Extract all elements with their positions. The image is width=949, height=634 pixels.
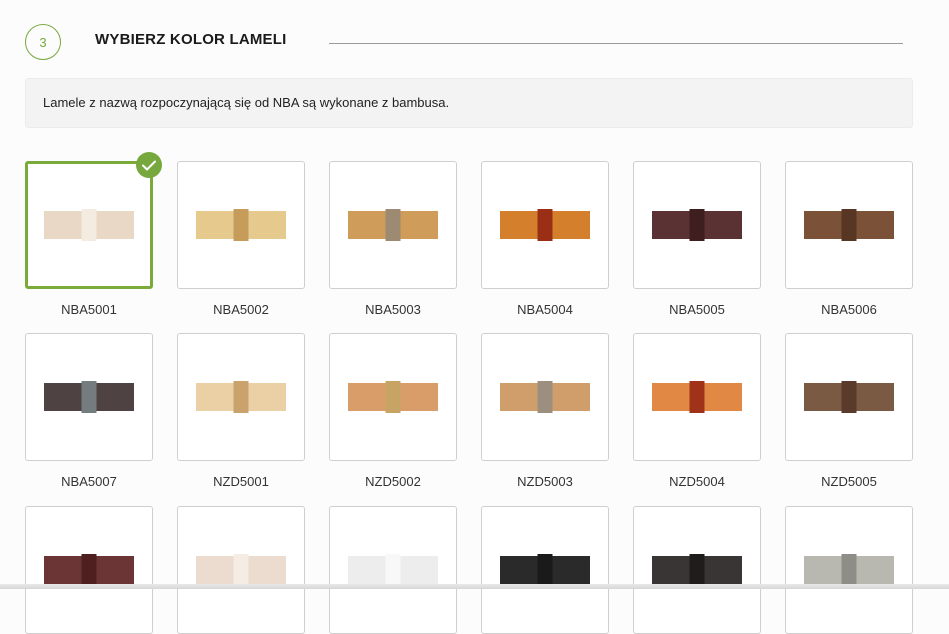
color-swatch-option[interactable]: NBA5001 <box>25 152 162 317</box>
swatch-card[interactable] <box>25 333 153 461</box>
swatch-card[interactable] <box>785 333 913 461</box>
color-swatch-option[interactable] <box>177 506 305 634</box>
swatch-code-label: NBA5002 <box>213 302 269 317</box>
color-swatch-option[interactable] <box>329 506 457 634</box>
swatch-card[interactable] <box>177 506 305 634</box>
color-swatch-option[interactable]: NBA5006 <box>785 161 913 317</box>
swatch-card[interactable] <box>633 506 761 634</box>
swatch-code-label: NBA5003 <box>365 302 421 317</box>
slat-clip <box>841 554 857 586</box>
swatch-code-label: NBA5001 <box>61 302 117 317</box>
swatch-code-label: NBA5006 <box>821 302 877 317</box>
slat-clip <box>385 381 401 413</box>
slat-preview-image <box>500 381 590 413</box>
color-swatch-option[interactable] <box>481 506 609 634</box>
swatch-code-label: NZD5004 <box>669 474 725 489</box>
slat-preview-image <box>500 209 590 241</box>
slat-clip <box>689 209 705 241</box>
swatch-card[interactable] <box>481 506 609 634</box>
divider <box>329 43 903 44</box>
swatch-card[interactable] <box>177 161 305 289</box>
slat-preview-image <box>196 209 286 241</box>
slat-preview-image <box>804 381 894 413</box>
slat-clip <box>81 209 97 241</box>
slat-clip <box>537 381 553 413</box>
slat-preview-image <box>44 381 134 413</box>
slat-clip <box>81 554 97 586</box>
swatch-card[interactable] <box>25 152 162 289</box>
swatch-card[interactable] <box>329 161 457 289</box>
slat-preview-image <box>500 554 590 586</box>
info-text: Lamele z nazwą rozpoczynającą się od NBA… <box>43 95 450 110</box>
color-swatch-option[interactable]: NZD5003 <box>481 333 609 489</box>
swatch-card[interactable] <box>25 506 153 634</box>
slat-clip <box>689 381 705 413</box>
check-icon <box>136 152 162 178</box>
slat-clip <box>841 209 857 241</box>
color-swatch-option[interactable]: NBA5004 <box>481 161 609 317</box>
swatch-card[interactable] <box>785 161 913 289</box>
color-swatch-option[interactable] <box>25 506 153 634</box>
swatch-card[interactable] <box>329 506 457 634</box>
slat-preview-image <box>196 554 286 586</box>
slat-clip <box>537 554 553 586</box>
slat-clip <box>81 381 97 413</box>
swatch-card[interactable] <box>633 333 761 461</box>
slat-clip <box>233 381 249 413</box>
swatch-code-label: NZD5001 <box>213 474 269 489</box>
bottom-edge <box>0 584 949 589</box>
color-swatch-option[interactable] <box>633 506 761 634</box>
slat-clip <box>233 209 249 241</box>
slat-preview-image <box>44 209 134 241</box>
swatch-card[interactable] <box>481 333 609 461</box>
color-swatch-option[interactable]: NZD5002 <box>329 333 457 489</box>
slat-clip <box>689 554 705 586</box>
slat-clip <box>385 209 401 241</box>
slat-preview-image <box>804 554 894 586</box>
slat-clip <box>233 554 249 586</box>
slat-clip <box>841 381 857 413</box>
swatch-code-label: NBA5005 <box>669 302 725 317</box>
color-swatch-option[interactable]: NZD5005 <box>785 333 913 489</box>
slat-preview-image <box>348 554 438 586</box>
swatch-card[interactable] <box>177 333 305 461</box>
swatch-code-label: NBA5007 <box>61 474 117 489</box>
color-swatch-option[interactable]: NBA5007 <box>25 333 153 489</box>
slat-preview-image <box>804 209 894 241</box>
slat-clip <box>537 209 553 241</box>
slat-preview-image <box>44 554 134 586</box>
slat-preview-image <box>348 381 438 413</box>
swatch-card[interactable] <box>329 333 457 461</box>
info-box: Lamele z nazwą rozpoczynającą się od NBA… <box>25 78 913 128</box>
swatch-code-label: NZD5003 <box>517 474 573 489</box>
swatch-code-label: NZD5005 <box>821 474 877 489</box>
step-number-badge: 3 <box>25 24 61 60</box>
color-swatch-option[interactable]: NZD5001 <box>177 333 305 489</box>
step-title: WYBIERZ KOLOR LAMELI <box>95 31 287 48</box>
swatch-card[interactable] <box>785 506 913 634</box>
slat-preview-image <box>652 381 742 413</box>
color-swatch-option[interactable]: NBA5002 <box>177 161 305 317</box>
swatch-card[interactable] <box>481 161 609 289</box>
swatch-code-label: NBA5004 <box>517 302 573 317</box>
slat-preview-image <box>196 381 286 413</box>
slat-clip <box>385 554 401 586</box>
slat-preview-image <box>348 209 438 241</box>
slat-preview-image <box>652 554 742 586</box>
color-swatch-option[interactable] <box>785 506 913 634</box>
swatch-code-label: NZD5002 <box>365 474 421 489</box>
swatch-card[interactable] <box>633 161 761 289</box>
color-swatch-option[interactable]: NBA5003 <box>329 161 457 317</box>
color-swatch-option[interactable]: NZD5004 <box>633 333 761 489</box>
slat-preview-image <box>652 209 742 241</box>
color-swatch-option[interactable]: NBA5005 <box>633 161 761 317</box>
